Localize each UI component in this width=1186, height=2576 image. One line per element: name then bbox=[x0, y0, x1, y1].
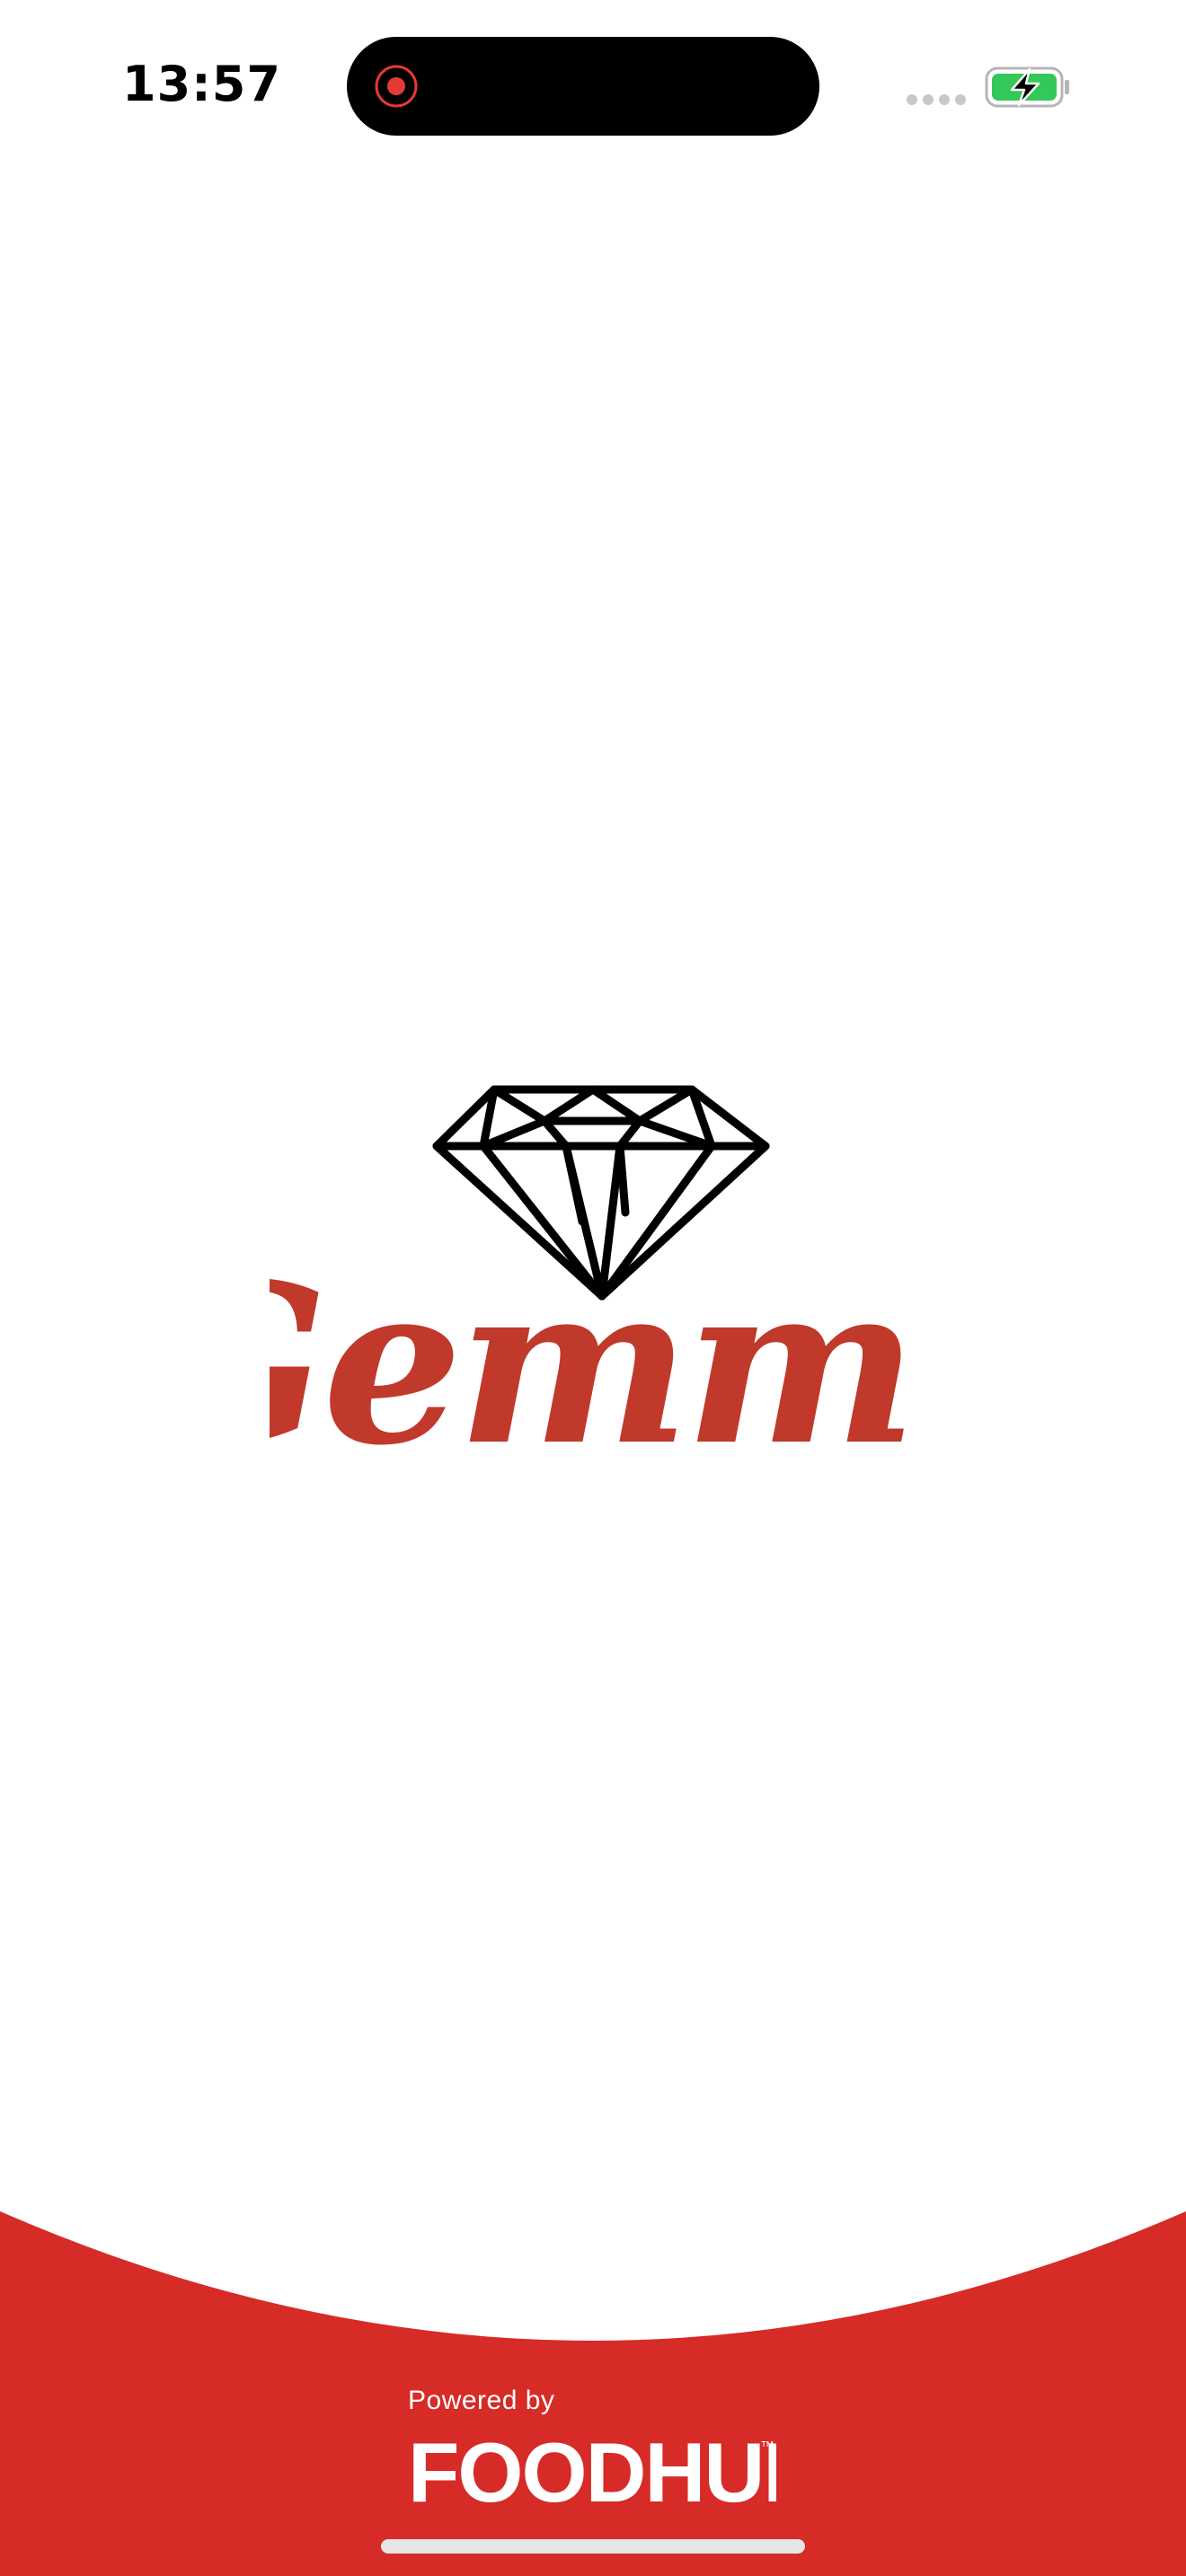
powered-by-label: Powered by bbox=[408, 2386, 555, 2415]
foodhub-wordmark: FOODHUB bbox=[408, 2430, 776, 2510]
gemma-wordmark: Gemma bbox=[270, 1235, 916, 1473]
trademark-symbol: ™ bbox=[760, 2439, 774, 2455]
dynamic-island bbox=[347, 37, 819, 136]
foodhub-logo: FOODHUB ™ bbox=[408, 2430, 776, 2510]
cellular-signal-icon bbox=[907, 94, 966, 105]
home-indicator[interactable] bbox=[381, 2539, 805, 2554]
footer-background bbox=[0, 2211, 1186, 2576]
status-time: 13:57 bbox=[122, 56, 281, 112]
screen-recording-icon bbox=[375, 65, 418, 108]
splash-screen: 13:57 emm Powered by FOODHU ™ bbox=[0, 0, 1186, 2576]
gemma-logo: Gemma bbox=[270, 1085, 916, 1473]
battery-charging-icon bbox=[985, 66, 1069, 108]
